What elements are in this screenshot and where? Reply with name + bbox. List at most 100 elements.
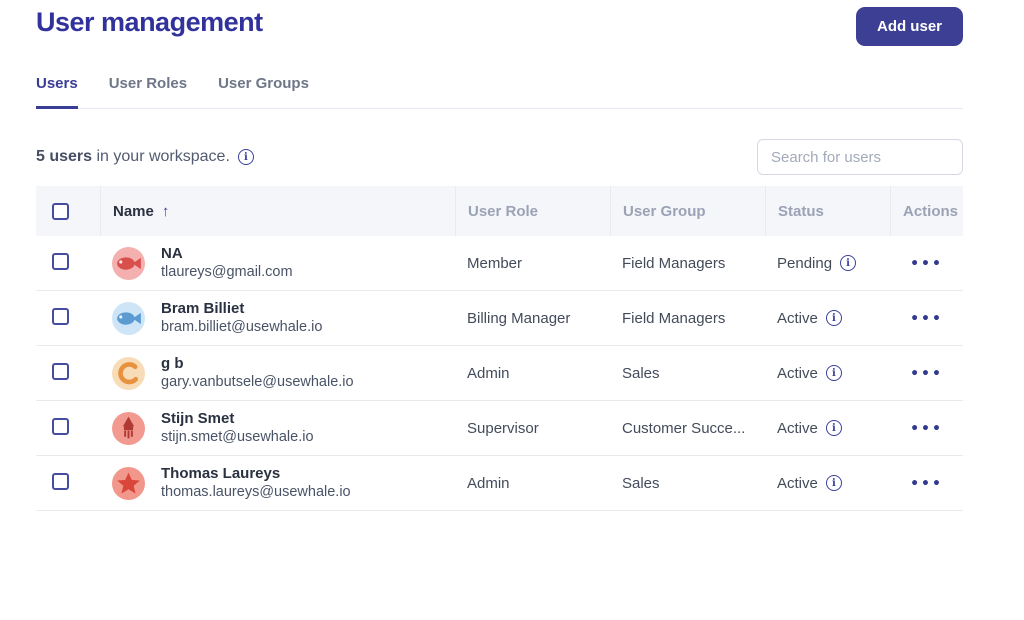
status-info-icon[interactable]: i [840,255,856,271]
row-checkbox[interactable] [52,308,69,325]
table-row: NA tlaureys@gmail.com Member Field Manag… [36,236,963,291]
row-select-cell [36,473,100,494]
row-actions-menu-icon[interactable]: ••• [910,476,943,492]
status-info-icon[interactable]: i [826,365,842,381]
user-email: thomas.laureys@usewhale.io [161,483,351,502]
user-name: Thomas Laureys [161,464,351,484]
page-header: User management Add user [36,0,963,46]
header-select-all-cell [36,186,100,236]
user-email: gary.vanbutsele@usewhale.io [161,373,354,392]
summary-info-icon[interactable]: i [238,149,254,165]
row-actions-menu-icon[interactable]: ••• [910,256,943,272]
actions-cell: ••• [890,365,963,382]
actions-cell: ••• [890,310,963,327]
fish-icon [112,302,145,335]
row-checkbox[interactable] [52,253,69,270]
search-input[interactable] [757,139,963,175]
table-row: Bram Billiet bram.billiet@usewhale.io Bi… [36,291,963,346]
user-email: bram.billiet@usewhale.io [161,318,322,337]
user-cell: NA tlaureys@gmail.com [100,244,455,282]
table-row: Stijn Smet stijn.smet@usewhale.io Superv… [36,401,963,456]
user-name: g b [161,354,354,374]
status-label: Active [777,475,818,492]
user-cell: Thomas Laureys thomas.laureys@usewhale.i… [100,464,455,502]
user-identity: Stijn Smet stijn.smet@usewhale.io [161,409,314,447]
user-cell: g b gary.vanbutsele@usewhale.io [100,354,455,392]
status-cell: Active i [765,310,890,327]
header-status: Status [765,186,890,236]
table-row: g b gary.vanbutsele@usewhale.io Admin Sa… [36,346,963,401]
sort-ascending-icon[interactable]: ↑ [162,203,170,220]
user-role: Admin [455,475,610,492]
squid-icon [112,412,145,445]
row-checkbox[interactable] [52,418,69,435]
user-identity: Bram Billiet bram.billiet@usewhale.io [161,299,322,337]
add-user-button[interactable]: Add user [856,7,963,46]
user-group: Field Managers [610,255,765,272]
actions-cell: ••• [890,420,963,437]
users-table: Name ↑ User Role User Group Status Actio… [36,186,963,511]
user-group: Field Managers [610,310,765,327]
row-select-cell [36,253,100,274]
user-role: Supervisor [455,420,610,437]
user-management-page: User management Add user Users User Role… [0,0,1024,511]
user-group: Customer Succe... [610,420,765,437]
select-all-checkbox[interactable] [52,203,69,220]
page-title: User management [36,7,263,38]
tab-bar: Users User Roles User Groups [36,75,963,109]
header-user-group: User Group [610,186,765,236]
row-actions-menu-icon[interactable]: ••• [910,311,943,327]
fish-icon [112,247,145,280]
status-cell: Active i [765,475,890,492]
summary-text: 5 users in your workspace. [36,148,230,166]
row-checkbox[interactable] [52,363,69,380]
starfish-icon [112,467,145,500]
user-cell: Bram Billiet bram.billiet@usewhale.io [100,299,455,337]
table-row: Thomas Laureys thomas.laureys@usewhale.i… [36,456,963,511]
row-select-cell [36,418,100,439]
tab-user-roles[interactable]: User Roles [109,75,187,108]
meta-row: 5 users in your workspace. i [36,139,963,175]
user-group: Sales [610,365,765,382]
header-name-label: Name [113,203,154,220]
row-select-cell [36,363,100,384]
table-body: NA tlaureys@gmail.com Member Field Manag… [36,236,963,511]
user-cell: Stijn Smet stijn.smet@usewhale.io [100,409,455,447]
header-actions: Actions [890,186,963,236]
row-select-cell [36,308,100,329]
status-label: Active [777,310,818,327]
user-count: 5 users [36,148,92,165]
status-cell: Active i [765,365,890,382]
status-label: Active [777,365,818,382]
tab-users[interactable]: Users [36,75,78,109]
status-info-icon[interactable]: i [826,475,842,491]
row-actions-menu-icon[interactable]: ••• [910,421,943,437]
status-info-icon[interactable]: i [826,420,842,436]
actions-cell: ••• [890,255,963,272]
user-name: Stijn Smet [161,409,314,429]
header-name[interactable]: Name ↑ [100,186,455,236]
user-name: NA [161,244,293,264]
user-identity: NA tlaureys@gmail.com [161,244,293,282]
status-label: Active [777,420,818,437]
status-cell: Active i [765,420,890,437]
tab-user-groups[interactable]: User Groups [218,75,309,108]
user-identity: g b gary.vanbutsele@usewhale.io [161,354,354,392]
user-email: stijn.smet@usewhale.io [161,428,314,447]
user-group: Sales [610,475,765,492]
status-label: Pending [777,255,832,272]
user-name: Bram Billiet [161,299,322,319]
summary-suffix: in your workspace. [92,148,230,165]
row-checkbox[interactable] [52,473,69,490]
user-role: Admin [455,365,610,382]
user-role: Billing Manager [455,310,610,327]
table-header-row: Name ↑ User Role User Group Status Actio… [36,186,963,236]
status-info-icon[interactable]: i [826,310,842,326]
actions-cell: ••• [890,475,963,492]
user-identity: Thomas Laureys thomas.laureys@usewhale.i… [161,464,351,502]
status-cell: Pending i [765,255,890,272]
row-actions-menu-icon[interactable]: ••• [910,366,943,382]
user-role: Member [455,255,610,272]
workspace-summary: 5 users in your workspace. i [36,148,254,166]
header-user-role: User Role [455,186,610,236]
